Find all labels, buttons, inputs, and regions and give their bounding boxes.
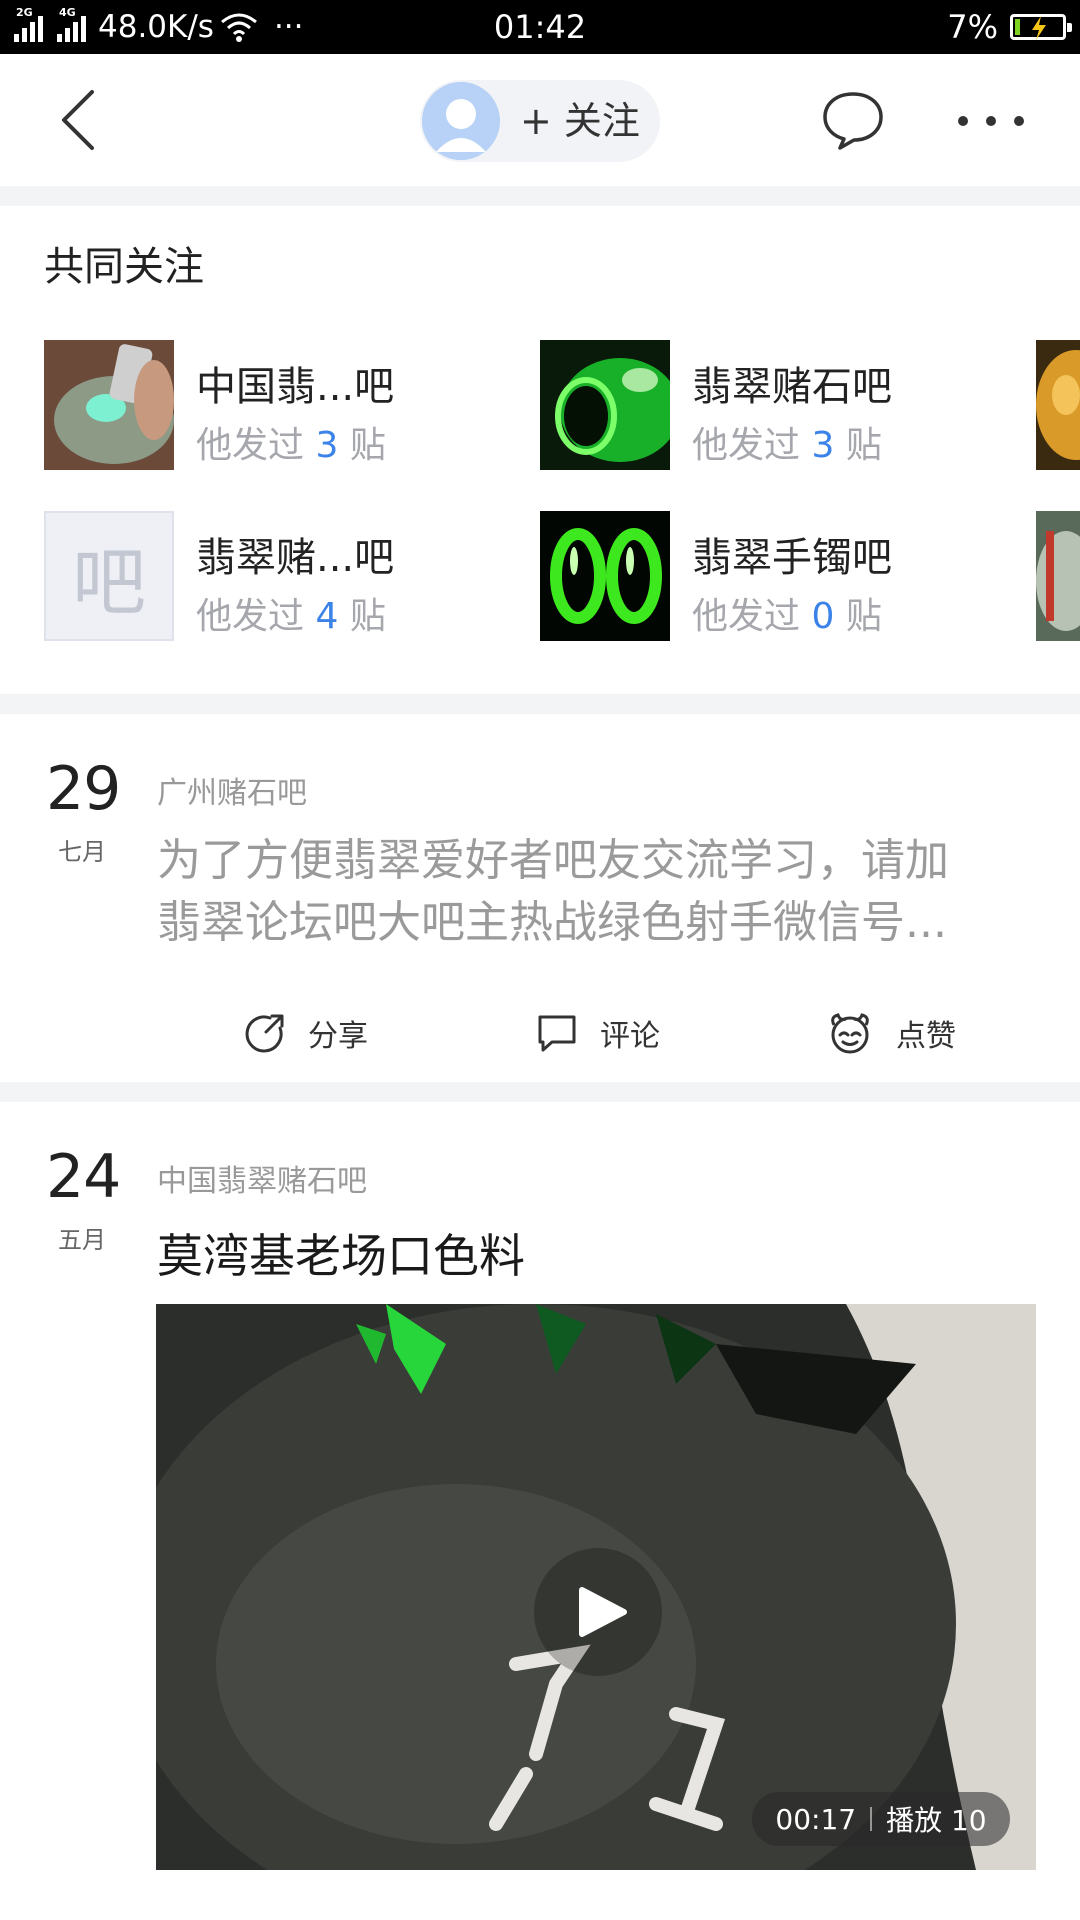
post-month: 五月 (58, 1226, 106, 1254)
bar-placeholder-thumbnail: 吧 (44, 511, 174, 641)
post-body-line: 翡翠论坛吧大吧主热战绿色射手微信号... (157, 897, 947, 948)
user-avatar[interactable] (422, 82, 500, 160)
post-body-line: 为了方便翡翠爱好者吧友交流学习，请加 (157, 835, 949, 886)
bar-thumbnail (44, 340, 174, 470)
post-day: 24 (46, 1142, 121, 1212)
like-button[interactable]: 点赞 (826, 1008, 956, 1058)
bar-name: 翡翠赌...吧 (196, 535, 395, 581)
comment-button[interactable]: 评论 (536, 1008, 660, 1058)
battery-charging-icon (1010, 14, 1072, 40)
bar-card-partial[interactable] (1036, 511, 1080, 641)
bar-thumbnail (1036, 511, 1080, 641)
bar-name: 中国翡...吧 (196, 364, 395, 410)
bar-card[interactable]: 中国翡...吧 他发过 3 贴 (44, 340, 464, 470)
follow-label: + 关注 (520, 99, 640, 143)
post-bar-name[interactable]: 中国翡翠赌石吧 (157, 1156, 367, 1200)
share-label: 分享 (308, 1019, 368, 1054)
separator (870, 1807, 873, 1831)
section-divider (0, 694, 1080, 714)
bar-thumbnail (540, 511, 670, 641)
bar-thumbnail (540, 340, 670, 470)
top-nav-bar: + 关注 (0, 54, 1080, 186)
video-duration: 00:17 (775, 1802, 857, 1836)
back-icon[interactable] (52, 88, 112, 152)
bar-card[interactable]: 翡翠手镯吧 他发过 0 贴 (540, 511, 960, 641)
post-month: 七月 (58, 838, 106, 866)
like-label: 点赞 (896, 1019, 956, 1054)
share-icon (245, 1014, 284, 1053)
bar-name: 翡翠手镯吧 (692, 535, 892, 581)
comment-icon (538, 1015, 576, 1052)
like-icon (831, 1013, 869, 1054)
chat-icon[interactable] (820, 90, 886, 152)
post-body[interactable]: 为了方便翡翠爱好者吧友交流学习，请加 翡翠论坛吧大吧主热战绿色射手微信号... (157, 830, 1037, 954)
battery-percent: 7% (947, 8, 998, 46)
bar-post-count: 他发过 3 贴 (196, 425, 386, 466)
bar-thumbnail (1036, 340, 1080, 470)
post-bar-name[interactable]: 广州赌石吧 (157, 768, 307, 812)
status-bar: 2G 4G 48.0K/s ··· 01:42 7% (0, 0, 1080, 54)
bar-card[interactable]: 吧 翡翠赌...吧 他发过 4 贴 (44, 511, 464, 641)
common-follows-title: 共同关注 (44, 244, 204, 290)
bar-card-partial[interactable] (1036, 340, 1080, 470)
play-icon[interactable] (534, 1548, 662, 1676)
bar-post-count: 他发过 0 贴 (692, 596, 882, 637)
video-play-count: 播放 10 (886, 1804, 987, 1837)
comment-label: 评论 (600, 1019, 660, 1054)
post-day: 29 (46, 754, 121, 824)
more-options-icon[interactable] (958, 104, 1024, 138)
clock: 01:42 (493, 8, 587, 46)
share-button[interactable]: 分享 (244, 1008, 368, 1058)
bar-post-count: 他发过 4 贴 (196, 596, 386, 637)
video-info-badge: 00:17 播放 10 (752, 1792, 1010, 1846)
bar-card[interactable]: 翡翠赌石吧 他发过 3 贴 (540, 340, 960, 470)
section-divider (0, 1082, 1080, 1102)
post-title[interactable]: 莫湾基老场口色料 (157, 1220, 525, 1286)
bar-name: 翡翠赌石吧 (692, 364, 892, 410)
bar-post-count: 他发过 3 贴 (692, 425, 882, 466)
section-divider (0, 186, 1080, 206)
follow-button[interactable]: + 关注 (420, 80, 660, 162)
